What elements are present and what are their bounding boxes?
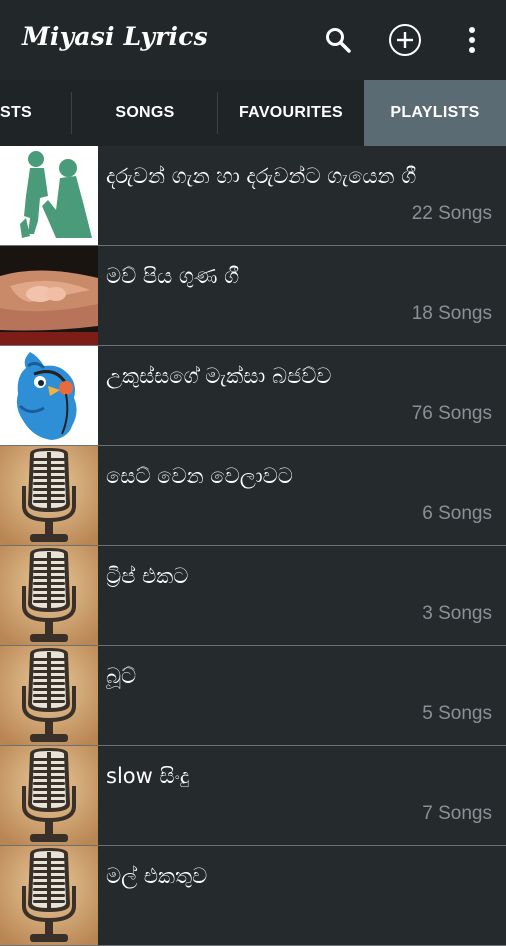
playlist-song-count: 7 Songs xyxy=(422,803,492,824)
playlist-song-count: 22 Songs xyxy=(411,203,492,224)
microphone-icon xyxy=(0,446,98,545)
playlist-item[interactable]: මල් එකතුව xyxy=(0,846,506,946)
tab-label: PLAYLISTS xyxy=(390,104,480,121)
microphone-icon xyxy=(0,746,98,845)
playlist-item[interactable]: මව් පිය ගුණ ගී 18 Songs xyxy=(0,246,506,346)
app-title: Miyasi Lyrics xyxy=(22,22,208,51)
tab-playlists[interactable]: PLAYLISTS xyxy=(364,80,506,146)
overflow-menu-icon[interactable] xyxy=(452,20,492,60)
microphone-icon xyxy=(0,546,98,645)
playlist-song-count: 6 Songs xyxy=(422,503,492,524)
tab-favourites[interactable]: FAVOURITES xyxy=(218,80,364,146)
add-circle-icon[interactable] xyxy=(385,20,425,60)
playlist-list: දරුවන් ගැන හා දරුවන්ට ගැයෙන ගී 22 Songs … xyxy=(0,146,506,946)
playlist-item[interactable]: උකුස්සගේ මැක්සා බජව්ව 76 Songs xyxy=(0,346,506,446)
tab-label: FAVOURITES xyxy=(238,104,344,121)
playlist-name: slow සිංදු xyxy=(106,764,190,788)
playlist-thumbnail xyxy=(0,146,98,245)
playlist-name: මල් එකතුව xyxy=(106,864,208,888)
tab-label: SONGS xyxy=(115,104,175,121)
app-bar: Miyasi Lyrics xyxy=(0,0,506,80)
search-icon[interactable] xyxy=(318,20,358,60)
tab-songs[interactable]: SONGS xyxy=(72,80,218,146)
tab-bar: STS SONGS FAVOURITES PLAYLISTS xyxy=(0,80,506,146)
playlist-item[interactable]: දරුවන් ගැන හා දරුවන්ට ගැයෙන ගී 22 Songs xyxy=(0,146,506,246)
playlist-thumbnail xyxy=(0,246,98,345)
playlist-name: දරුවන් ගැන හා දරුවන්ට ගැයෙන ගී xyxy=(106,164,417,188)
tab-label: STS xyxy=(0,104,33,121)
playlist-item[interactable]: ට්‍රිප් එකට 3 Songs xyxy=(0,546,506,646)
playlist-name: මව් පිය ගුණ ගී xyxy=(106,264,240,288)
playlist-item[interactable]: slow සිංදු 7 Songs xyxy=(0,746,506,846)
playlist-item[interactable]: බූට් 5 Songs xyxy=(0,646,506,746)
microphone-icon xyxy=(0,846,98,945)
playlist-thumbnail xyxy=(0,346,98,445)
microphone-icon xyxy=(0,646,98,745)
playlist-song-count: 76 Songs xyxy=(411,403,492,424)
playlist-item[interactable]: සෙට් වෙන වෙලාවට 6 Songs xyxy=(0,446,506,546)
playlist-song-count: 18 Songs xyxy=(411,303,492,324)
playlist-name: සෙට් වෙන වෙලාවට xyxy=(106,464,293,488)
playlist-song-count: 3 Songs xyxy=(422,603,492,624)
tab-artists[interactable]: STS xyxy=(0,80,72,146)
playlist-name: උකුස්සගේ මැක්සා බජව්ව xyxy=(106,364,332,388)
playlist-song-count: 5 Songs xyxy=(422,703,492,724)
playlist-name: ට්‍රිප් එකට xyxy=(106,564,189,588)
playlist-name: බූට් xyxy=(106,664,137,688)
